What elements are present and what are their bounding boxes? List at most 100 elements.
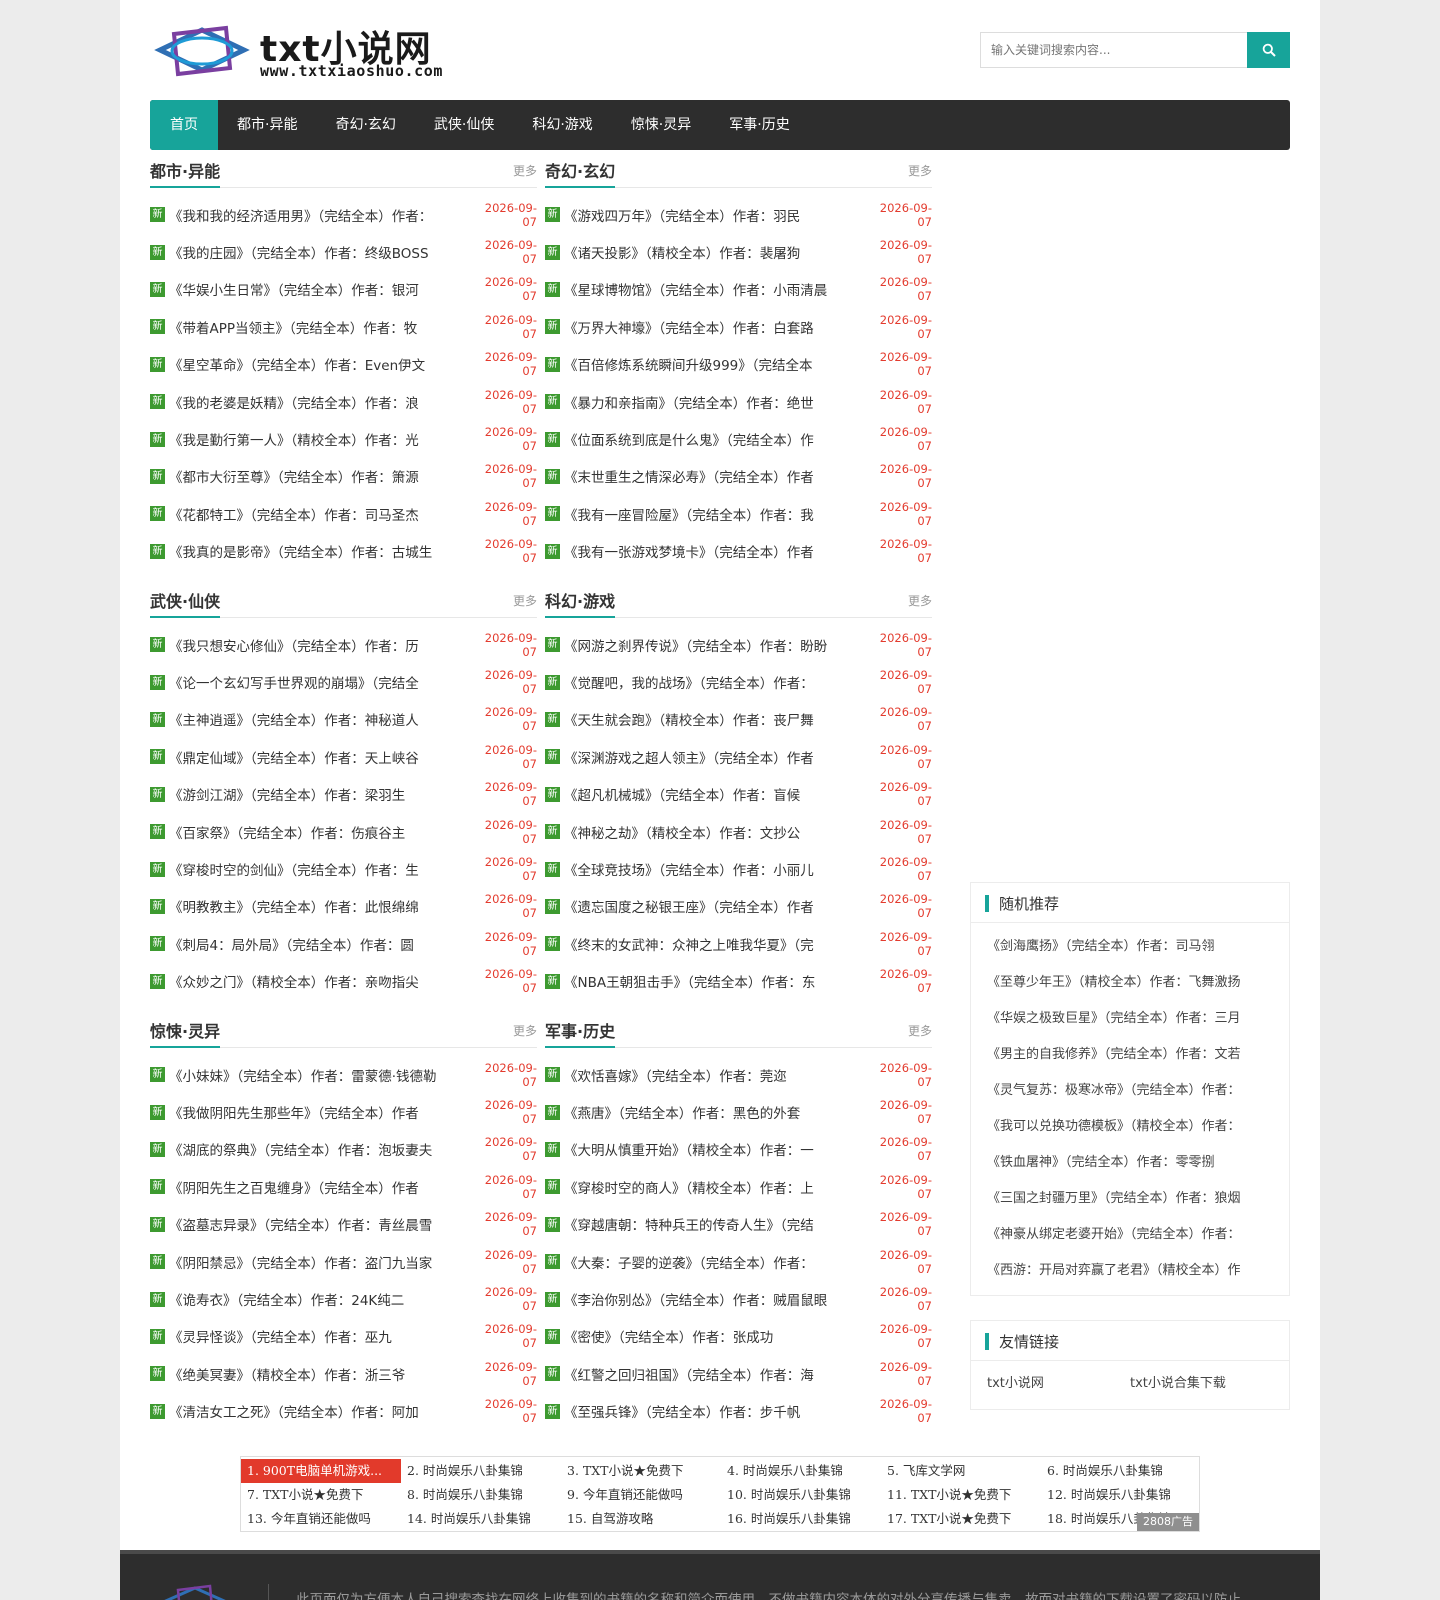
ad-link[interactable]: 11. TXT小说★免费下 [881, 1483, 1041, 1507]
book-title-link[interactable]: 《红警之回归祖国》（完结全本）作者：海 [564, 1364, 862, 1384]
more-link[interactable]: 更多 [908, 1022, 932, 1039]
book-title-link[interactable]: 《星空革命》（完结全本）作者：Even伊文 [169, 354, 467, 374]
more-link[interactable]: 更多 [908, 592, 932, 609]
book-title-link[interactable]: 《小妹妹》（完结全本）作者：雷蒙德·钱德勒 [169, 1065, 467, 1085]
book-title-link[interactable]: 《盗墓志异录》（完结全本）作者：青丝晨雪 [169, 1214, 467, 1234]
book-title-link[interactable]: 《刺局4：局外局》（完结全本）作者：圆 [169, 934, 467, 954]
book-title-link[interactable]: 《百倍修炼系统瞬间升级999》（完结全本 [564, 354, 862, 374]
random-recommend-item[interactable]: 《灵气复苏：极寒冰帝》（完结全本）作者： [987, 1073, 1279, 1109]
book-title-link[interactable]: 《超凡机械城》（完结全本）作者：盲候 [564, 784, 862, 804]
friend-link[interactable]: txt小说网 [987, 1371, 1130, 1397]
book-title-link[interactable]: 《众妙之门》（精校全本）作者：亲吻指尖 [169, 971, 467, 991]
nav-item-home[interactable]: 首页 [150, 100, 218, 150]
ad-link[interactable]: 3. TXT小说★免费下 [561, 1459, 721, 1483]
book-title-link[interactable]: 《带着APP当领主》（完结全本）作者：牧 [169, 317, 467, 337]
book-title-link[interactable]: 《诡寿衣》（完结全本）作者：24K纯二 [169, 1289, 467, 1309]
nav-item-wuxia[interactable]: 武侠·仙侠 [415, 100, 513, 150]
book-title-link[interactable]: 《我真的是影帝》（完结全本）作者：古城生 [169, 541, 467, 561]
book-title-link[interactable]: 《阴阳先生之百鬼缠身》（完结全本）作者 [169, 1177, 467, 1197]
random-recommend-item[interactable]: 《华娱之极致巨星》（完结全本）作者：三月 [987, 1001, 1279, 1037]
ad-link[interactable]: 8. 时尚娱乐八卦集锦 [401, 1483, 561, 1507]
book-title-link[interactable]: 《百家祭》（完结全本）作者：伤痕谷主 [169, 822, 467, 842]
ad-link[interactable]: 16. 时尚娱乐八卦集锦 [721, 1507, 881, 1531]
nav-item-urban[interactable]: 都市·异能 [218, 100, 316, 150]
random-recommend-item[interactable]: 《铁血屠神》（完结全本）作者：零零捌 [987, 1145, 1279, 1181]
book-title-link[interactable]: 《穿越唐朝：特种兵王的传奇人生》（完结 [564, 1214, 862, 1234]
book-title-link[interactable]: 《穿梭时空的商人》（精校全本）作者：上 [564, 1177, 862, 1197]
book-title-link[interactable]: 《我做阴阳先生那些年》（完结全本）作者 [169, 1102, 467, 1122]
book-title-link[interactable]: 《至强兵锋》（完结全本）作者：步千帆 [564, 1401, 862, 1421]
book-title-link[interactable]: 《我有一座冒险屋》（完结全本）作者：我 [564, 504, 862, 524]
random-recommend-item[interactable]: 《男主的自我修养》（完结全本）作者：文若 [987, 1037, 1279, 1073]
book-title-link[interactable]: 《神秘之劫》（精校全本）作者：文抄公 [564, 822, 862, 842]
random-recommend-item[interactable]: 《三国之封疆万里》（完结全本）作者：狼烟 [987, 1181, 1279, 1217]
book-title-link[interactable]: 《万界大神壕》（完结全本）作者：白套路 [564, 317, 862, 337]
ad-link[interactable]: 17. TXT小说★免费下 [881, 1507, 1041, 1531]
random-recommend-item[interactable]: 《至尊少年王》（精校全本）作者：飞舞激扬 [987, 965, 1279, 1001]
book-title-link[interactable]: 《穿梭时空的剑仙》（完结全本）作者：生 [169, 859, 467, 879]
ad-link[interactable]: 5. 飞库文学网 [881, 1459, 1041, 1483]
book-title-link[interactable]: 《网游之刹界传说》（完结全本）作者：盼盼 [564, 635, 862, 655]
book-title-link[interactable]: 《NBA王朝狙击手》（完结全本）作者：东 [564, 971, 862, 991]
book-title-link[interactable]: 《燕唐》（完结全本）作者：黑色的外套 [564, 1102, 862, 1122]
book-title-link[interactable]: 《密使》（完结全本）作者：张成功 [564, 1326, 862, 1346]
ad-link[interactable]: 1. 900T电脑单机游戏... [241, 1459, 401, 1483]
ad-link[interactable]: 10. 时尚娱乐八卦集锦 [721, 1483, 881, 1507]
book-title-link[interactable]: 《论一个玄幻写手世界观的崩塌》（完结全 [169, 672, 467, 692]
book-title-link[interactable]: 《游戏四万年》（完结全本）作者：羽民 [564, 205, 862, 225]
ad-link[interactable]: 15. 自驾游攻略 [561, 1507, 721, 1531]
random-recommend-item[interactable]: 《西游：开局对弈赢了老君》（精校全本）作 [987, 1253, 1279, 1289]
book-title-link[interactable]: 《游剑江湖》（完结全本）作者：梁羽生 [169, 784, 467, 804]
nav-item-horror[interactable]: 惊悚·灵异 [612, 100, 710, 150]
ad-link[interactable]: 14. 时尚娱乐八卦集锦 [401, 1507, 561, 1531]
book-title-link[interactable]: 《暴力和亲指南》（完结全本）作者：绝世 [564, 392, 862, 412]
book-title-link[interactable]: 《觉醒吧，我的战场》（完结全本）作者： [564, 672, 862, 692]
book-title-link[interactable]: 《灵异怪谈》（完结全本）作者：巫九 [169, 1326, 467, 1346]
book-title-link[interactable]: 《我和我的经济适用男》（完结全本）作者： [169, 205, 467, 225]
nav-item-scifi[interactable]: 科幻·游戏 [513, 100, 611, 150]
book-title-link[interactable]: 《我的庄园》（完结全本）作者：终级BOSS [169, 242, 467, 262]
book-title-link[interactable]: 《花都特工》（完结全本）作者：司马圣杰 [169, 504, 467, 524]
book-title-link[interactable]: 《位面系统到底是什么鬼》（完结全本）作 [564, 429, 862, 449]
book-title-link[interactable]: 《终末的女武神：众神之上唯我华夏》（完 [564, 934, 862, 954]
more-link[interactable]: 更多 [513, 162, 537, 179]
more-link[interactable]: 更多 [513, 592, 537, 609]
book-title-link[interactable]: 《大秦：子婴的逆袭》（完结全本）作者： [564, 1252, 862, 1272]
book-title-link[interactable]: 《星球博物馆》（完结全本）作者：小雨清晨 [564, 279, 862, 299]
more-link[interactable]: 更多 [908, 162, 932, 179]
search-input[interactable] [980, 32, 1248, 68]
ad-link[interactable]: 7. TXT小说★免费下 [241, 1483, 401, 1507]
book-title-link[interactable]: 《诸天投影》（精校全本）作者：裴屠狗 [564, 242, 862, 262]
book-title-link[interactable]: 《华娱小生日常》（完结全本）作者：银河 [169, 279, 467, 299]
nav-item-history[interactable]: 军事·历史 [710, 100, 808, 150]
more-link[interactable]: 更多 [513, 1022, 537, 1039]
book-title-link[interactable]: 《我的老婆是妖精》（完结全本）作者：浪 [169, 392, 467, 412]
book-title-link[interactable]: 《湖底的祭典》（完结全本）作者：泡坂妻夫 [169, 1139, 467, 1159]
random-recommend-item[interactable]: 《剑海鹰扬》（完结全本）作者：司马翎 [987, 929, 1279, 965]
book-title-link[interactable]: 《我是勤行第一人》（精校全本）作者：光 [169, 429, 467, 449]
book-title-link[interactable]: 《末世重生之情深必寿》（完结全本）作者 [564, 466, 862, 486]
book-title-link[interactable]: 《深渊游戏之超人领主》（完结全本）作者 [564, 747, 862, 767]
ad-link[interactable]: 13. 今年直销还能做吗 [241, 1507, 401, 1531]
ad-link[interactable]: 6. 时尚娱乐八卦集锦 [1041, 1459, 1201, 1483]
random-recommend-item[interactable]: 《我可以兑换功德模板》（精校全本）作者： [987, 1109, 1279, 1145]
ad-link[interactable]: 12. 时尚娱乐八卦集锦 [1041, 1483, 1201, 1507]
book-title-link[interactable]: 《我有一张游戏梦境卡》（完结全本）作者 [564, 541, 862, 561]
book-title-link[interactable]: 《李治你别怂》（完结全本）作者：贼眉鼠眼 [564, 1289, 862, 1309]
ad-tag[interactable]: 2808广告 [1137, 1513, 1199, 1531]
book-title-link[interactable]: 《鼎定仙域》（完结全本）作者：天上峡谷 [169, 747, 467, 767]
ad-link[interactable]: 4. 时尚娱乐八卦集锦 [721, 1459, 881, 1483]
book-title-link[interactable]: 《主神逍遥》（完结全本）作者：神秘道人 [169, 709, 467, 729]
book-title-link[interactable]: 《明教教主》（完结全本）作者：此恨绵绵 [169, 896, 467, 916]
ad-link[interactable]: 9. 今年直销还能做吗 [561, 1483, 721, 1507]
site-logo[interactable]: txt小说网 www.txtxiaoshuo.com [154, 24, 534, 80]
book-title-link[interactable]: 《全球竞技场》（完结全本）作者：小丽儿 [564, 859, 862, 879]
nav-item-fantasy[interactable]: 奇幻·玄幻 [316, 100, 414, 150]
book-title-link[interactable]: 《大明从慎重开始》（精校全本）作者：一 [564, 1139, 862, 1159]
book-title-link[interactable]: 《阴阳禁忌》（完结全本）作者：盗门九当家 [169, 1252, 467, 1272]
friend-link[interactable]: txt小说合集下载 [1130, 1371, 1273, 1397]
book-title-link[interactable]: 《欢恬喜嫁》（完结全本）作者：莞迩 [564, 1065, 862, 1085]
book-title-link[interactable]: 《绝美冥妻》（精校全本）作者：浙三爷 [169, 1364, 467, 1384]
book-title-link[interactable]: 《都市大衍至尊》（完结全本）作者：箫源 [169, 466, 467, 486]
book-title-link[interactable]: 《天生就会跑》（精校全本）作者：丧尸舞 [564, 709, 862, 729]
